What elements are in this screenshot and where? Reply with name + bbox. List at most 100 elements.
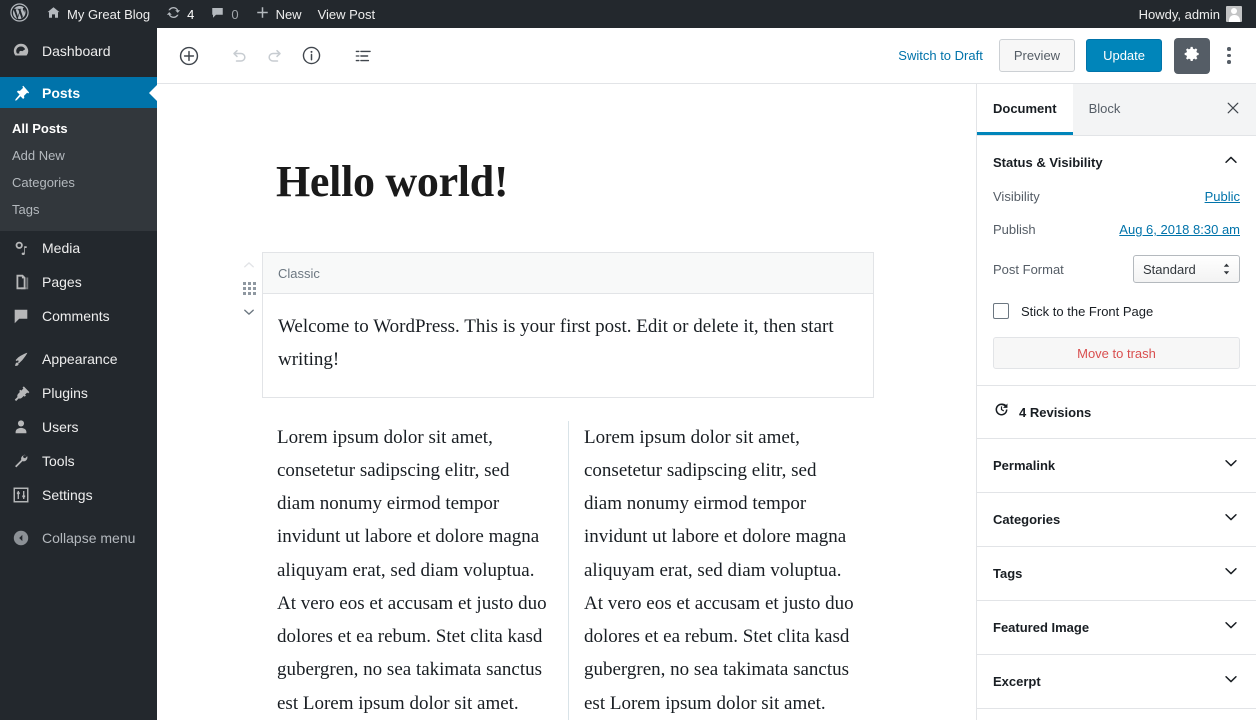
- wordpress-editor-screen: My Great Blog 4 0 New View Post Howdy, a…: [0, 0, 1256, 720]
- classic-block-content[interactable]: Welcome to WordPress. This is your first…: [263, 294, 873, 397]
- submenu-item-tags[interactable]: Tags: [0, 196, 157, 223]
- site-name-label: My Great Blog: [67, 6, 151, 22]
- kebab-dot-3: [1227, 60, 1231, 64]
- sidebar-item-pages-label: Pages: [42, 274, 82, 290]
- featured-image-title: Featured Image: [993, 620, 1090, 635]
- visibility-value-button[interactable]: Public: [1205, 189, 1240, 204]
- account-menu-button[interactable]: Howdy, admin: [1131, 0, 1256, 28]
- tab-document[interactable]: Document: [977, 84, 1073, 135]
- sidebar-item-dashboard[interactable]: Dashboard: [0, 28, 157, 68]
- new-content-button[interactable]: New: [247, 0, 310, 28]
- classic-block-wrapper: Classic Welcome to WordPress. This is yo…: [242, 252, 874, 398]
- sidebar-item-media[interactable]: Media: [0, 231, 157, 265]
- site-name-button[interactable]: My Great Blog: [38, 0, 158, 28]
- post-title[interactable]: Hello world!: [157, 84, 976, 207]
- classic-block-label: Classic: [278, 265, 320, 281]
- info-circle-icon[interactable]: [293, 38, 329, 74]
- sidebar-item-settings-label: Settings: [42, 487, 93, 503]
- preview-button[interactable]: Preview: [998, 39, 1076, 72]
- excerpt-panel: Excerpt: [977, 655, 1256, 709]
- collapse-arrow-icon: [11, 528, 31, 548]
- sidebar-item-posts[interactable]: Posts: [0, 77, 157, 108]
- settings-gear-button[interactable]: [1174, 37, 1210, 74]
- close-sidebar-button[interactable]: [1210, 84, 1256, 135]
- media-icon: [11, 238, 31, 258]
- updates-icon: [166, 5, 181, 23]
- chevron-up-icon: [1222, 151, 1240, 174]
- submenu-item-categories[interactable]: Categories: [0, 169, 157, 196]
- block-mover-controls: [238, 254, 260, 323]
- move-block-up-button[interactable]: [238, 254, 260, 276]
- sticky-label: Stick to the Front Page: [1021, 303, 1154, 319]
- updates-button[interactable]: 4: [158, 0, 202, 28]
- sidebar-item-tools[interactable]: Tools: [0, 444, 157, 478]
- sidebar-item-dashboard-label: Dashboard: [42, 43, 111, 59]
- discussion-panel: Discussion: [977, 709, 1256, 720]
- permalink-panel: Permalink: [977, 439, 1256, 493]
- sidebar-item-users[interactable]: Users: [0, 410, 157, 444]
- gear-icon: [1182, 44, 1202, 67]
- permalink-panel-header[interactable]: Permalink: [977, 439, 1256, 492]
- classic-block[interactable]: Classic Welcome to WordPress. This is yo…: [262, 252, 874, 398]
- sticky-front-page-row[interactable]: Stick to the Front Page: [993, 303, 1240, 319]
- wordpress-logo-button[interactable]: [0, 0, 38, 28]
- move-block-down-button[interactable]: [238, 301, 260, 323]
- drag-handle-icon[interactable]: [242, 282, 256, 295]
- switch-to-draft-button[interactable]: Switch to Draft: [898, 48, 983, 63]
- view-post-label: View Post: [317, 6, 376, 22]
- tags-title: Tags: [993, 566, 1023, 581]
- menu-separator-3: [0, 512, 157, 521]
- columns-block: Lorem ipsum dolor sit amet, consetetur s…: [262, 420, 874, 720]
- sidebar-item-comments-label: Comments: [42, 308, 110, 324]
- redo-icon[interactable]: [257, 38, 293, 74]
- sidebar-item-users-label: Users: [42, 419, 79, 435]
- submenu-item-add-new[interactable]: Add New: [0, 142, 157, 169]
- comments-button[interactable]: 0: [202, 0, 246, 28]
- submenu-item-all-posts[interactable]: All Posts: [0, 115, 157, 142]
- sticky-checkbox[interactable]: [993, 303, 1009, 319]
- discussion-panel-header[interactable]: Discussion: [977, 709, 1256, 720]
- sidebar-item-plugins[interactable]: Plugins: [0, 376, 157, 410]
- column-right[interactable]: Lorem ipsum dolor sit amet, consetetur s…: [568, 420, 874, 720]
- sidebar-item-pages[interactable]: Pages: [0, 265, 157, 299]
- collapse-menu-button[interactable]: Collapse menu: [0, 521, 157, 555]
- categories-panel-header[interactable]: Categories: [977, 493, 1256, 546]
- classic-block-toolbar: Classic: [263, 253, 873, 294]
- permalink-title: Permalink: [993, 458, 1056, 473]
- revisions-clock-icon: [993, 401, 1010, 423]
- publish-label: Publish: [993, 222, 1036, 237]
- comment-icon: [11, 306, 31, 326]
- publish-date-button[interactable]: Aug 6, 2018 8:30 am: [1119, 222, 1240, 237]
- sidebar-item-settings[interactable]: Settings: [0, 478, 157, 512]
- wrench-icon: [11, 451, 31, 471]
- kebab-dot-2: [1227, 53, 1231, 58]
- more-menu-button[interactable]: [1214, 38, 1244, 74]
- posts-submenu: All Posts Add New Categories Tags: [0, 108, 157, 231]
- add-block-plus-circle-icon[interactable]: [171, 38, 207, 74]
- column-left[interactable]: Lorem ipsum dolor sit amet, consetetur s…: [262, 421, 568, 720]
- featured-image-panel-header[interactable]: Featured Image: [977, 601, 1256, 654]
- sidebar-item-appearance[interactable]: Appearance: [0, 342, 157, 376]
- avatar-icon: [1226, 6, 1242, 22]
- block-navigation-list-icon[interactable]: [345, 38, 381, 74]
- sidebar-item-comments[interactable]: Comments: [0, 299, 157, 333]
- settings-sidebar: Document Block Status & Visibility Visib…: [976, 84, 1256, 720]
- admin-bar: My Great Blog 4 0 New View Post Howdy, a…: [0, 0, 1256, 28]
- sidebar-item-media-label: Media: [42, 240, 81, 256]
- post-format-select[interactable]: Standard: [1133, 255, 1240, 283]
- view-post-button[interactable]: View Post: [310, 0, 384, 28]
- menu-separator: [0, 68, 157, 77]
- kebab-vertical-icon: [1227, 47, 1231, 51]
- excerpt-panel-header[interactable]: Excerpt: [977, 655, 1256, 708]
- undo-icon[interactable]: [221, 38, 257, 74]
- update-button[interactable]: Update: [1086, 39, 1162, 72]
- categories-panel: Categories: [977, 493, 1256, 547]
- categories-title: Categories: [993, 512, 1061, 527]
- tags-panel-header[interactable]: Tags: [977, 547, 1256, 600]
- publish-row: Publish Aug 6, 2018 8:30 am: [993, 222, 1240, 237]
- tab-block[interactable]: Block: [1073, 84, 1137, 135]
- revisions-row[interactable]: 4 Revisions: [977, 386, 1256, 438]
- move-to-trash-button[interactable]: Move to trash: [993, 337, 1240, 369]
- new-label: New: [275, 6, 302, 22]
- status-visibility-panel-header[interactable]: Status & Visibility: [977, 136, 1256, 189]
